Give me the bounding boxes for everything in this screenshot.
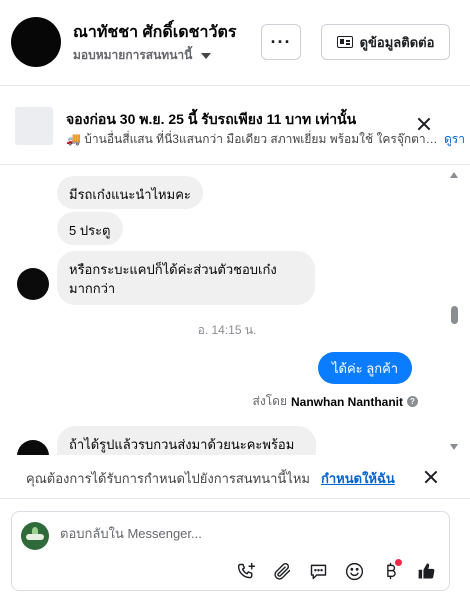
sent-by-name: Nanwhan Nanthanit: [290, 394, 403, 409]
message-timestamp: อ. 14:15 น.: [197, 323, 257, 337]
composer-toolbar: [234, 559, 438, 583]
sent-by-prefix: ส่งโดย: [252, 394, 287, 408]
ad-title: จองก่อน 30 พ.ย. 25 นี้ รับรถเพียง 11 บาท…: [66, 111, 357, 127]
conversation-header: ณาทัชชา ศักดิ์เดชาวัตร มอบหมายการสนทนานี…: [0, 0, 470, 86]
message-bubble-outgoing: ได้ค่ะ ลูกค้า: [318, 352, 413, 384]
attach-icon[interactable]: [270, 559, 294, 583]
baht-icon[interactable]: [378, 559, 402, 583]
close-notice-button[interactable]: [423, 469, 439, 490]
scroll-down-arrow-icon[interactable]: [450, 444, 458, 450]
contact-name[interactable]: ณาทัชชา ศักดิ์เดชาวัตร: [73, 20, 236, 45]
scrollbar-thumb[interactable]: [451, 306, 458, 324]
close-ad-banner-button[interactable]: [416, 116, 432, 137]
ad-thumbnail: [15, 107, 53, 145]
close-icon: [416, 116, 432, 132]
assign-notice-text: คุณต้องการได้รับการกำหนดไปยังการสนทนานี้…: [26, 471, 310, 486]
reply-composer: [11, 511, 450, 591]
contact-card-icon: [336, 36, 353, 48]
message-bubble-incoming: มีรถเก๋งแนะนำไหมคะ: [57, 176, 203, 209]
caret-down-icon: [201, 52, 212, 59]
call-add-icon[interactable]: [234, 559, 258, 583]
contact-avatar[interactable]: [11, 17, 61, 67]
sent-by-label: ส่งโดย Nanwhan Nanthanit ?: [253, 392, 418, 411]
assign-notice-bar: คุณต้องการได้รับการกำหนดไปยังการสนทนานี้…: [0, 455, 470, 499]
close-icon: [423, 469, 439, 485]
help-icon[interactable]: ?: [407, 396, 418, 407]
assign-to-me-link[interactable]: กำหนดให้ฉัน: [321, 468, 395, 489]
notification-dot: [395, 559, 402, 566]
assign-label: มอบหมายการสนทนานี้: [73, 48, 193, 62]
ad-context-banner: จองก่อน 30 พ.ย. 25 นี้ รับรถเพียง 11 บาท…: [0, 87, 470, 165]
scroll-up-arrow-icon[interactable]: [450, 172, 458, 178]
emoji-icon[interactable]: [342, 559, 366, 583]
saved-reply-icon[interactable]: [306, 559, 330, 583]
message-bubble-incoming: หรือกระบะแคปก็ได้ค่ะส่วนตัวชอบเก๋งมากกว่…: [57, 251, 315, 305]
message-thread[interactable]: มีรถเก๋งแนะนำไหมคะ 5 ประตู หรือกระบะแคปก…: [0, 166, 470, 460]
view-ad-link[interactable]: ดูรา: [444, 130, 465, 149]
page-avatar: [21, 522, 49, 550]
sender-avatar: [17, 268, 49, 300]
view-contact-info-label: ดูข้อมูลติดต่อ: [359, 34, 435, 50]
like-icon[interactable]: [414, 559, 438, 583]
message-bubble-incoming: 5 ประตู: [57, 212, 123, 245]
more-options-button[interactable]: ···: [261, 24, 301, 60]
more-icon: ···: [270, 32, 292, 52]
reply-input[interactable]: [60, 526, 430, 541]
ad-description: 🚚 บ้านอื่นสี่แสน ที่นี่3แสนกว่า มือเดียว…: [66, 132, 438, 146]
view-contact-info-button[interactable]: ดูข้อมูลติดต่อ: [321, 24, 450, 60]
assign-dropdown[interactable]: มอบหมายการสนทนานี้: [73, 46, 212, 65]
